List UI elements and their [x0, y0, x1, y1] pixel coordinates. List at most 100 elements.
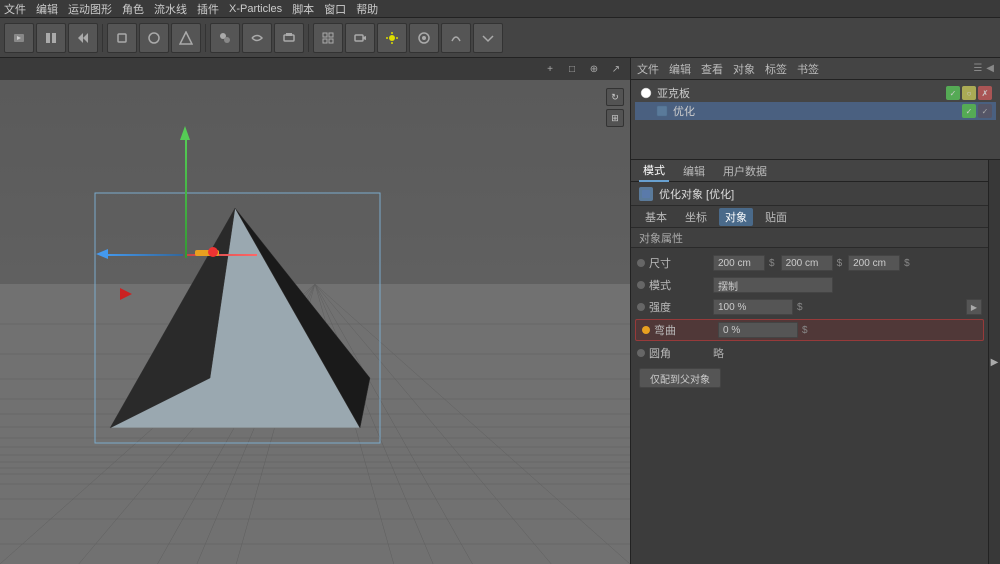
sub-tab-basic[interactable]: 基本: [639, 208, 673, 226]
collapse-arrow[interactable]: ▶: [988, 160, 1000, 564]
obj-item-icon-root: [639, 86, 653, 100]
attr-header: 优化对象 [优化]: [631, 182, 988, 206]
obj-manager-top: 文件 编辑 查看 对象 标签 书签 ☰ ◀: [631, 58, 1000, 80]
toolbar-btn-scale[interactable]: [171, 23, 201, 53]
toolbar-btn-2[interactable]: [36, 23, 66, 53]
obj-ctrl-red[interactable]: ✗: [978, 86, 992, 100]
toolbar: [0, 18, 1000, 58]
vp-ctrl-2[interactable]: ⊞: [606, 109, 624, 127]
obj-ctrl-check[interactable]: ✓: [978, 104, 992, 118]
toolbar-sep-3: [308, 24, 309, 52]
menu-item-xparticles[interactable]: X-Particles: [229, 3, 282, 15]
attr-mode-select[interactable]: [713, 277, 833, 293]
attr-header-title: 优化对象 [优化]: [659, 186, 734, 202]
toolbar-btn-move[interactable]: [107, 23, 137, 53]
tab-edit[interactable]: 编辑: [669, 61, 691, 77]
toolbar-btn-more[interactable]: [473, 23, 503, 53]
toolbar-btn-rotate[interactable]: [139, 23, 169, 53]
pivot-dot: [208, 247, 218, 257]
attr-dot-strength: [637, 303, 645, 311]
tab-tag[interactable]: 标签: [765, 61, 787, 77]
obj-ctrl-yellow[interactable]: ○: [962, 86, 976, 100]
strength-expand-btn[interactable]: ▶: [966, 299, 982, 315]
menu-item-script[interactable]: 脚本: [292, 1, 314, 17]
toolbar-btn-snapping[interactable]: [409, 23, 439, 53]
sub-tabs: 基本 坐标 对象 贴面: [631, 206, 988, 228]
attr-unit-size-z: $: [904, 258, 910, 269]
attr-unit-strength: $: [797, 302, 803, 313]
obj-hierarchy[interactable]: 亚克板 ✓ ○ ✗ 优化 ✓ ✓: [631, 80, 1000, 160]
toolbar-btn-grid[interactable]: [313, 23, 343, 53]
viewport-icon-3[interactable]: ⊕: [586, 61, 602, 77]
attr-input-size-y[interactable]: [781, 255, 833, 271]
fit-parent-button[interactable]: 仅配到父对象: [639, 368, 721, 388]
menu-item-edit[interactable]: 编辑: [36, 1, 58, 17]
toolbar-btn-6[interactable]: [274, 23, 304, 53]
toolbar-btn-4[interactable]: [210, 23, 240, 53]
attr-input-size-x[interactable]: [713, 255, 765, 271]
attr-input-bend[interactable]: [718, 322, 798, 338]
menu-item-pipeline[interactable]: 流水线: [154, 1, 187, 17]
viewport-icon-1[interactable]: +: [542, 61, 558, 77]
attr-dot-size: [637, 259, 645, 267]
menu-item-motion[interactable]: 运动图形: [68, 1, 112, 17]
attr-row-mode: 模式: [631, 274, 988, 296]
obj-item-optimize[interactable]: 优化 ✓ ✓: [635, 102, 996, 120]
attr-tabs: 模式 编辑 用户数据: [631, 160, 988, 182]
panel-icon-1[interactable]: ☰: [973, 63, 982, 74]
viewport-icon-4[interactable]: ↗: [608, 61, 624, 77]
attr-input-mode[interactable]: [713, 277, 833, 293]
menu-item-help[interactable]: 帮助: [356, 1, 378, 17]
attr-label-round: 圆角: [649, 345, 709, 361]
toolbar-btn-camera[interactable]: [345, 23, 375, 53]
toolbar-btn-deform[interactable]: [441, 23, 471, 53]
obj-item-root[interactable]: 亚克板 ✓ ○ ✗: [635, 84, 996, 102]
tab-bookmark[interactable]: 书签: [797, 61, 819, 77]
viewport-right-controls: ↻ ⊞: [606, 88, 624, 127]
viewport[interactable]: + □ ⊕ ↗ ↻ ⊞: [0, 58, 630, 564]
toolbar-sep-1: [102, 24, 103, 52]
viewport-icon-2[interactable]: □: [564, 61, 580, 77]
tab-file[interactable]: 文件: [637, 61, 659, 77]
toolbar-sep-2: [205, 24, 206, 52]
attr-row-round: 圆角 略: [631, 342, 988, 364]
menu-item-character[interactable]: 角色: [122, 1, 144, 17]
axis-z-tip: [96, 249, 108, 259]
panel-icon-2[interactable]: ◀: [986, 63, 994, 74]
sub-tab-surface[interactable]: 贴面: [759, 208, 793, 226]
toolbar-btn-light[interactable]: [377, 23, 407, 53]
attr-tab-mode[interactable]: 模式: [639, 160, 669, 182]
attr-unit-bend: $: [802, 325, 808, 336]
toolbar-btn-3[interactable]: [68, 23, 98, 53]
tab-object[interactable]: 对象: [733, 61, 755, 77]
side-panel: 文件 编辑 查看 对象 标签 书签 ☰ ◀ 亚克板 ✓: [630, 58, 1000, 564]
menu-item-window[interactable]: 窗口: [324, 1, 346, 17]
pyramid: [50, 148, 470, 498]
vp-ctrl-1[interactable]: ↻: [606, 88, 624, 106]
attr-row-bend: 弯曲 $: [635, 319, 984, 341]
menu-item-plugin[interactable]: 插件: [197, 1, 219, 17]
attr-dot-round: [637, 349, 645, 357]
main-layout: + □ ⊕ ↗ ↻ ⊞ 文件 编辑 查看 对象 标签 书签 ☰ ◀: [0, 58, 1000, 564]
attr-tab-edit[interactable]: 编辑: [679, 161, 709, 181]
tab-view[interactable]: 查看: [701, 61, 723, 77]
sub-tab-object[interactable]: 对象: [719, 208, 753, 226]
obj-ctrl-green[interactable]: ✓: [946, 86, 960, 100]
menu-item-file[interactable]: 文件: [4, 1, 26, 17]
attr-input-size-z[interactable]: [848, 255, 900, 271]
attr-input-strength[interactable]: [713, 299, 793, 315]
attr-label-bend: 弯曲: [654, 322, 714, 338]
attr-value-round: 略: [713, 345, 724, 361]
obj-ctrl-green-2[interactable]: ✓: [962, 104, 976, 118]
attr-label-strength: 强度: [649, 299, 709, 315]
attr-tab-userdata[interactable]: 用户数据: [719, 161, 771, 181]
obj-item-icon-optimize: [655, 104, 669, 118]
attr-unit-size-y: $: [837, 258, 843, 269]
attr-header-icon: [639, 187, 653, 201]
attr-panel-split: 模式 编辑 用户数据 优化对象 [优化] 基本 坐标 对象 贴面: [631, 160, 1000, 564]
sub-tab-coord[interactable]: 坐标: [679, 208, 713, 226]
obj-item-name-root: 亚克板: [657, 85, 690, 101]
toolbar-btn-5[interactable]: [242, 23, 272, 53]
toolbar-btn-1[interactable]: [4, 23, 34, 53]
viewport-topbar: + □ ⊕ ↗: [0, 58, 630, 80]
